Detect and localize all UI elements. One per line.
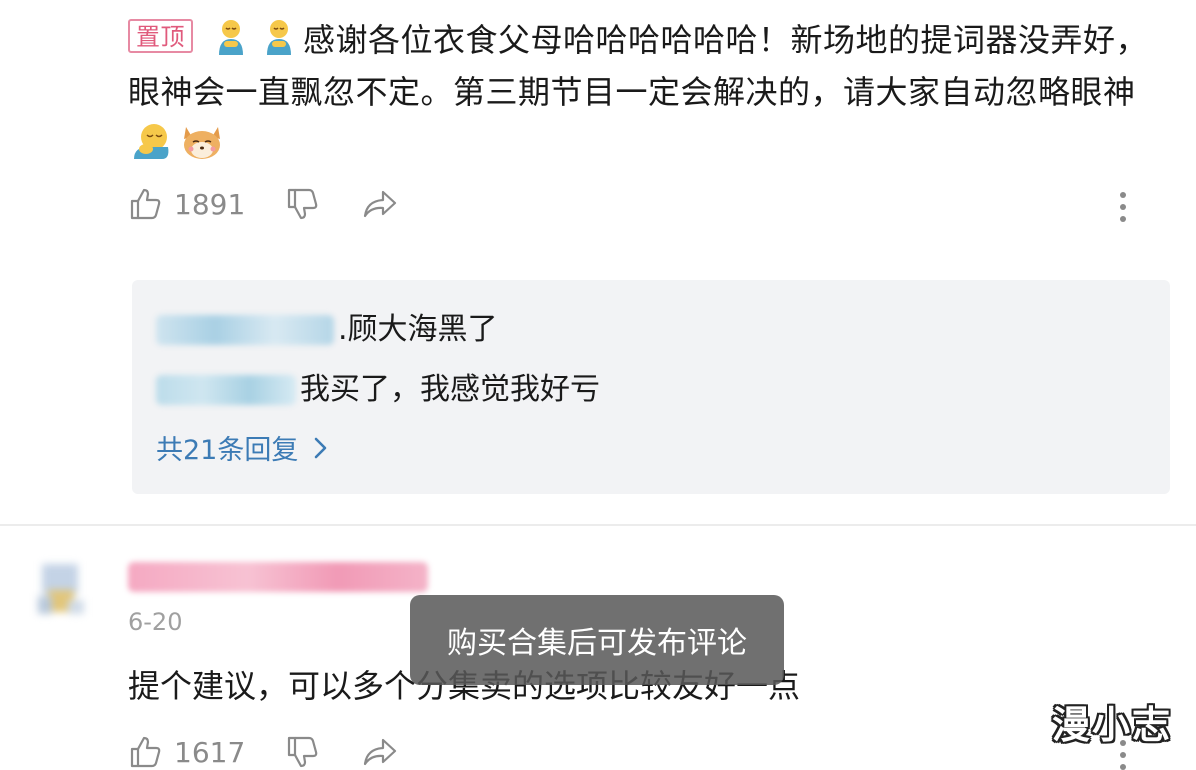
share-arrow-icon: [364, 190, 397, 218]
reply-text: 我买了，我感觉我好亏: [300, 372, 600, 407]
thumbs-down-icon: [288, 736, 318, 768]
comment-divider: [0, 524, 1196, 526]
thumbs-up-icon: [130, 736, 161, 768]
toast-notification: 购买合集后可发布评论: [410, 595, 784, 685]
avatar[interactable]: [34, 560, 90, 630]
pinned-comment: 置顶 感谢各位衣食父母哈哈哈哈哈哈！新场地的提词器没弄好，眼神会一直飘忽不定。第…: [128, 14, 1158, 170]
reply-text: 顾大海黑了: [347, 312, 498, 347]
share-button[interactable]: [361, 734, 399, 770]
toast-message: 购买合集后可发布评论: [447, 626, 747, 661]
commenter-username-blurred[interactable]: [128, 562, 428, 592]
like-count: 1891: [174, 187, 246, 221]
comments-page: 置顶 感谢各位衣食父母哈哈哈哈哈哈！新场地的提词器没弄好，眼神会一直飘忽不定。第…: [0, 0, 1196, 770]
bowing-emoji-icon: [211, 17, 251, 57]
comment-date: 6-20: [128, 608, 183, 636]
like-button[interactable]: 1891: [128, 186, 245, 222]
chevron-right-icon: [315, 437, 327, 458]
view-all-replies-label: 共21条回复: [156, 435, 299, 466]
pinned-comment-text: 置顶 感谢各位衣食父母哈哈哈哈哈哈！新场地的提词器没弄好，眼神会一直飘忽不定。第…: [128, 14, 1158, 170]
shiba-dog-emoji-icon: [180, 121, 220, 161]
reply-preview-box[interactable]: . 顾大海黑了 我买了，我感觉我好亏 共21条回复: [132, 280, 1170, 494]
hugging-emoji-icon: [132, 121, 172, 161]
reply-item: 我买了，我感觉我好亏: [156, 368, 600, 412]
thumbs-up-icon: [130, 188, 161, 220]
watermark: 漫小志: [1051, 703, 1172, 747]
like-button[interactable]: 1617: [128, 734, 245, 770]
more-options-icon[interactable]: [1120, 192, 1128, 222]
like-count: 1617: [174, 735, 246, 769]
reply-username-blurred: [156, 375, 296, 405]
reply-name-suffix: .: [338, 312, 348, 347]
share-arrow-icon: [364, 738, 397, 766]
thumbs-down-icon: [288, 188, 318, 220]
dislike-button[interactable]: [285, 734, 321, 770]
reply-item: . 顾大海黑了: [156, 308, 498, 352]
share-button[interactable]: [361, 186, 399, 222]
pinned-comment-actions: 1891: [128, 186, 439, 222]
dislike-button[interactable]: [285, 186, 321, 222]
view-all-replies-link[interactable]: 共21条回复: [156, 428, 334, 467]
reply-username-blurred: [156, 315, 334, 345]
bowing-emoji-icon: [259, 17, 299, 57]
comment-actions: 1617: [128, 734, 439, 770]
pinned-badge: 置顶: [128, 19, 193, 53]
